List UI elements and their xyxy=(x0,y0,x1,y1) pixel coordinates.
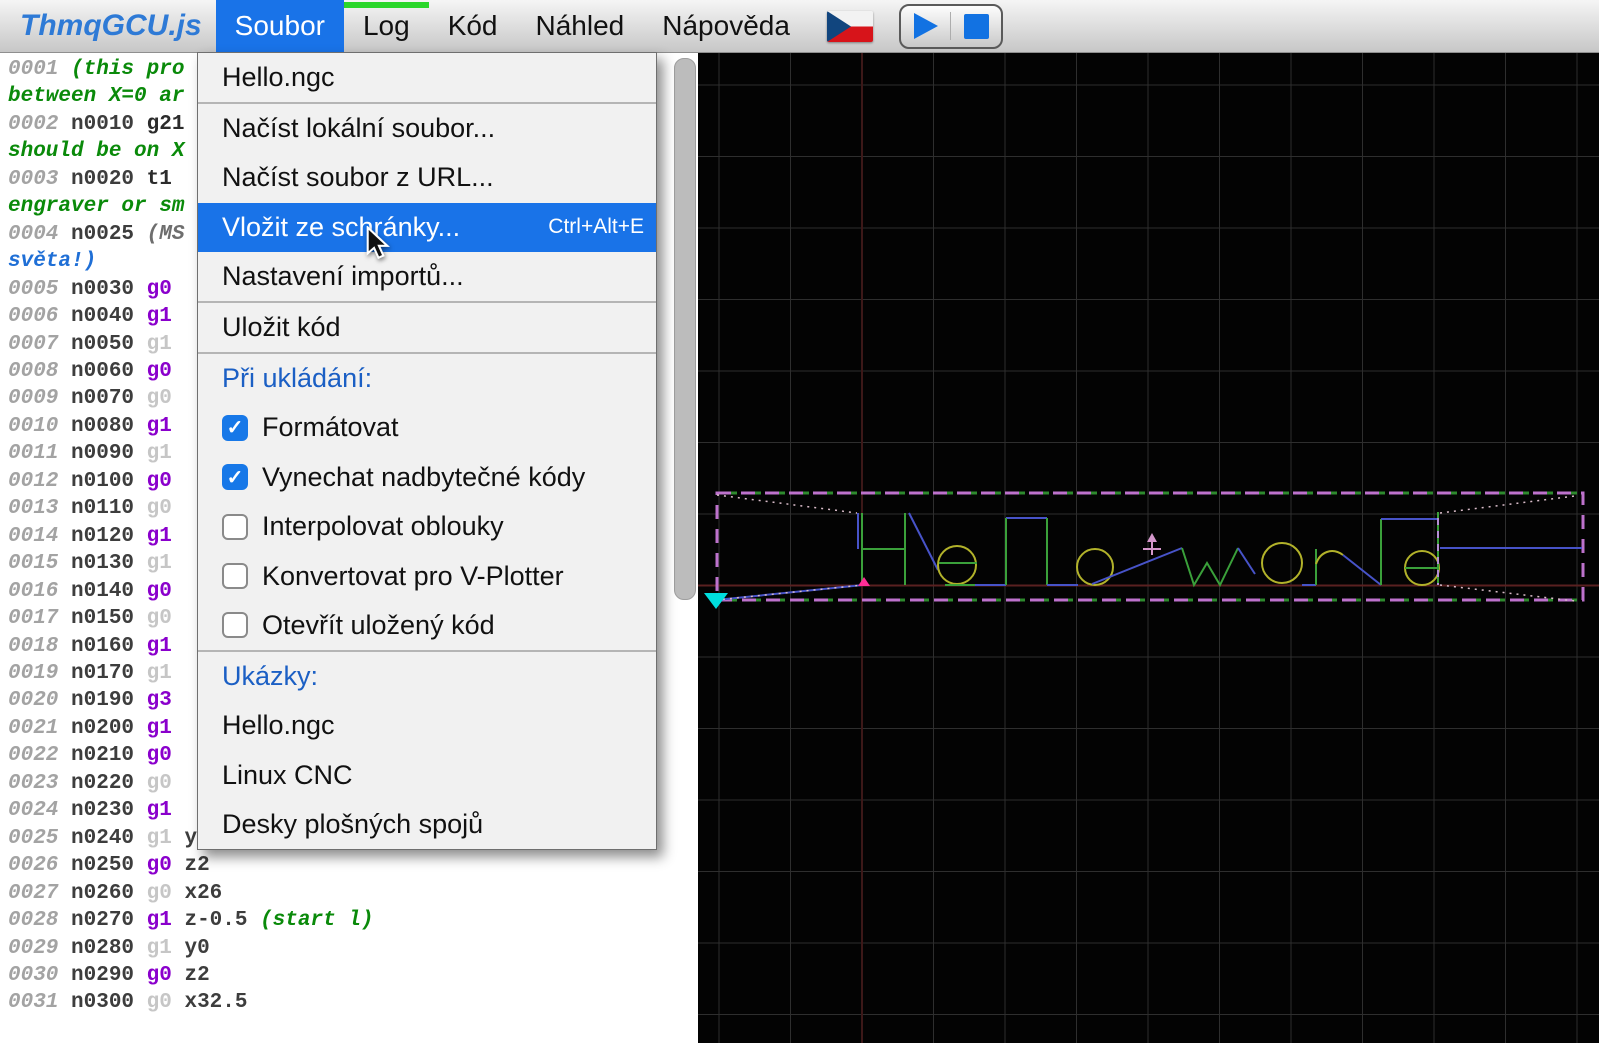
toolpath-rapid-segment xyxy=(1238,548,1255,574)
menu-item-label: Hello.ngc xyxy=(222,62,335,93)
menubar-item-soubor[interactable]: Soubor xyxy=(216,0,344,52)
menu-section-header: Ukázky: xyxy=(198,652,656,701)
toolpath-dot-segment xyxy=(717,495,857,513)
menubar-item-kód[interactable]: Kód xyxy=(429,0,517,52)
toolpath-arc-circle xyxy=(1077,549,1113,585)
menu-item[interactable]: Linux CNC xyxy=(198,750,656,799)
code-line: 0026 n0250 g0 z2 xyxy=(8,852,374,879)
menu-item-label: Otevřít uložený kód xyxy=(262,610,495,641)
checkbox-checked-icon[interactable]: ✓ xyxy=(222,464,248,490)
menu-item-label: Nastavení importů... xyxy=(222,261,464,292)
czech-flag-icon xyxy=(827,11,873,42)
menu-item[interactable]: Načíst lokální soubor... xyxy=(198,104,656,153)
menu-item-label: Načíst lokální soubor... xyxy=(222,113,495,144)
menubar: ThmqGCU.js SouborLogKódNáhledNápověda xyxy=(0,0,1599,53)
checkbox-unchecked-icon[interactable] xyxy=(222,514,248,540)
menu-checkbox-item[interactable]: ✓ Formátovat xyxy=(198,403,656,452)
toolpath-arc-circle xyxy=(1262,543,1302,583)
code-line: 0029 n0280 g1 y0 xyxy=(8,935,374,962)
stop-icon xyxy=(964,14,989,39)
menu-item-label: Formátovat xyxy=(262,412,399,443)
menubar-item-log[interactable]: Log xyxy=(344,0,429,52)
menu-item-label: Interpolovat oblouky xyxy=(262,511,504,542)
menu-item-shortcut: Ctrl+Alt+E xyxy=(548,215,644,239)
menu-checkbox-item[interactable]: Interpolovat oblouky xyxy=(198,502,656,551)
menubar-item-nápověda[interactable]: Nápověda xyxy=(643,0,809,52)
bounds-box xyxy=(717,493,1583,600)
menu-checkbox-item[interactable]: ✓ Vynechat nadbytečné kódy xyxy=(198,453,656,502)
code-line: 0028 n0270 g1 z-0.5 (start l) xyxy=(8,907,374,934)
app-window: 0001 (this probetween X=0 ar0002 n0010 g… xyxy=(0,0,1599,1043)
stop-button[interactable] xyxy=(951,6,1001,47)
checkbox-unchecked-icon[interactable] xyxy=(222,563,248,589)
menu-item-label: Linux CNC xyxy=(222,760,353,791)
menu-item-label: Načíst soubor z URL... xyxy=(222,162,494,193)
toolpath-preview-pane[interactable] xyxy=(698,52,1599,1043)
menubar-items: SouborLogKódNáhledNápověda xyxy=(216,0,809,52)
toolpath-dot-segment xyxy=(1440,496,1575,513)
menu-item[interactable]: Desky plošných spojů xyxy=(198,800,656,849)
app-title: ThmqGCU.js xyxy=(20,0,202,52)
menu-item[interactable]: Hello.ngc xyxy=(198,53,656,102)
toolpath-arc-circle xyxy=(938,546,976,584)
menu-item-label: Ukázky: xyxy=(222,661,318,692)
code-line: 0030 n0290 g0 z2 xyxy=(8,962,374,989)
menu-item-label: Vložit ze schránky... xyxy=(222,212,460,243)
menu-checkbox-item[interactable]: Konvertovat pro V-Plotter xyxy=(198,551,656,600)
active-log-marker xyxy=(344,2,429,8)
play-button[interactable] xyxy=(901,6,951,47)
editor-scrollbar[interactable] xyxy=(674,58,696,600)
toolpath-dot-segment xyxy=(1440,585,1575,601)
toolpath-canvas xyxy=(698,52,1599,1043)
menu-checkbox-item[interactable]: Otevřít uložený kód xyxy=(198,601,656,650)
toolpath-arc-path xyxy=(1316,551,1343,564)
menu-item[interactable]: Hello.ngc xyxy=(198,701,656,750)
menu-item[interactable]: Vložit ze schránky... Ctrl+Alt+E xyxy=(198,203,656,252)
menu-item-label: Uložit kód xyxy=(222,312,341,343)
menu-item[interactable]: Nastavení importů... xyxy=(198,252,656,301)
play-icon xyxy=(913,12,939,40)
menu-item-label: Desky plošných spojů xyxy=(222,809,483,840)
menu-item-label: Konvertovat pro V-Plotter xyxy=(262,561,564,592)
menu-section-header: Při ukládání: xyxy=(198,354,656,403)
checkbox-unchecked-icon[interactable] xyxy=(222,612,248,638)
menu-item-label: Hello.ngc xyxy=(222,710,335,741)
code-line: 0031 n0300 g0 x32.5 xyxy=(8,989,374,1016)
mouse-cursor xyxy=(366,226,396,260)
code-line: 0027 n0260 g0 x26 xyxy=(8,880,374,907)
menu-item[interactable]: Načíst soubor z URL... xyxy=(198,153,656,202)
menubar-item-náhled[interactable]: Náhled xyxy=(517,0,644,52)
checkbox-checked-icon[interactable]: ✓ xyxy=(222,415,248,441)
menu-item[interactable]: Uložit kód xyxy=(198,303,656,352)
run-controls xyxy=(899,4,1003,49)
file-menu-dropdown: Hello.ngc Načíst lokální soubor... Načíst … xyxy=(197,52,657,850)
menu-item-label: Vynechat nadbytečné kódy xyxy=(262,462,585,493)
start-point-marker xyxy=(858,577,870,586)
menu-item-label: Při ukládání: xyxy=(222,363,372,394)
toolpath-cut-segment xyxy=(1182,548,1238,585)
